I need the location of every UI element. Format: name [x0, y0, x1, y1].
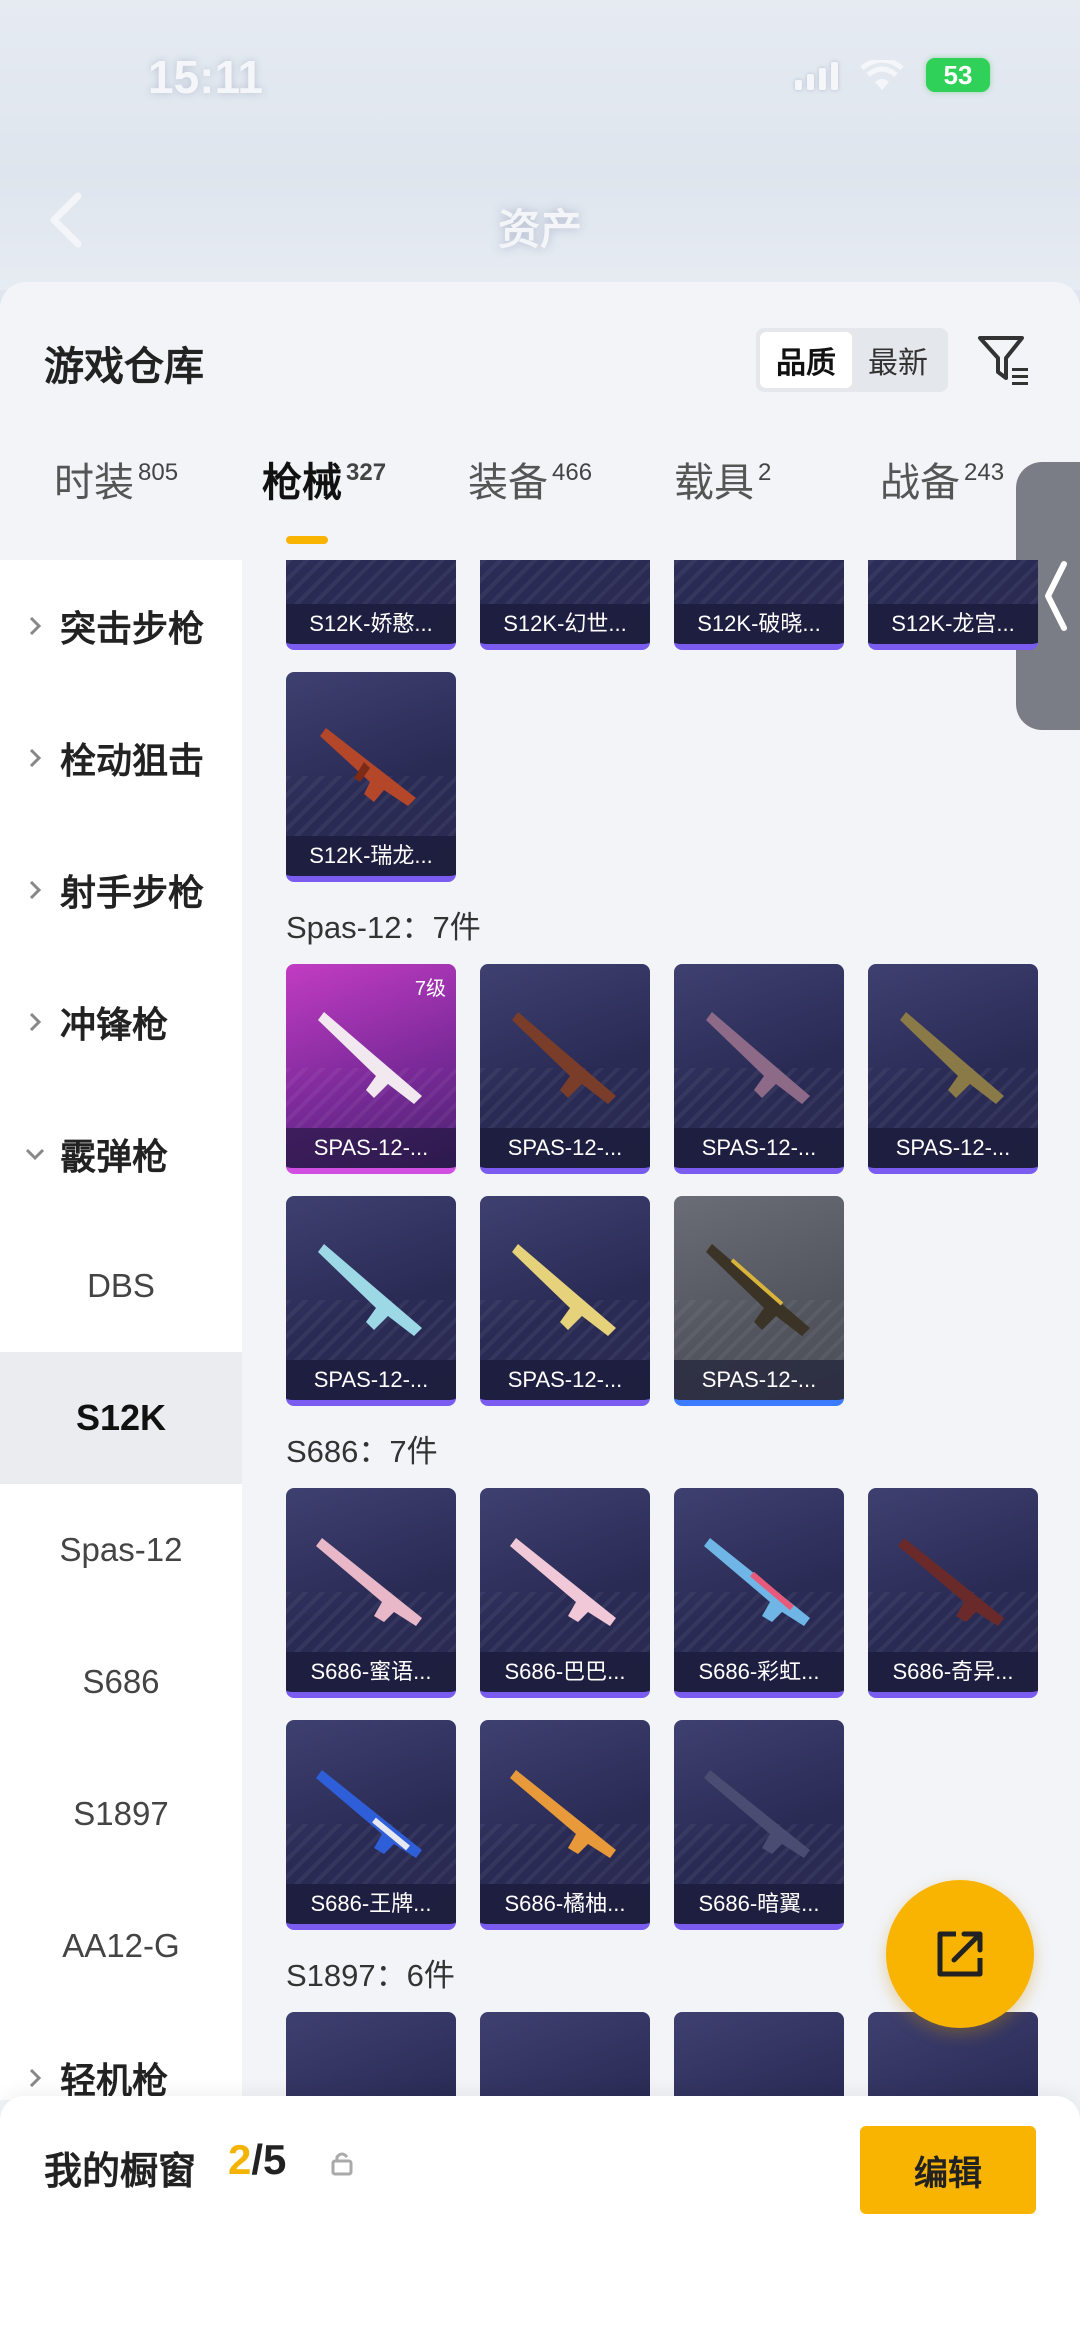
sort-toggle: 品质 最新 — [756, 328, 948, 392]
shotgun-icon — [316, 1770, 422, 1858]
item-card[interactable]: S686-彩虹... — [674, 1488, 844, 1698]
item-grid: S12K-娇憨... S12K-幻世... S12K-破晓... S12K-龙宫… — [242, 560, 1080, 2100]
wifi-icon — [860, 57, 904, 90]
shotgun-icon — [316, 1538, 422, 1626]
rifle-icon — [320, 728, 416, 806]
showcase-bar: 我的橱窗 2/5 编辑 — [0, 2096, 1080, 2341]
sidebar-sub-aa12g[interactable]: AA12-G — [0, 1880, 242, 2012]
item-card[interactable]: S686-巴巴... — [480, 1488, 650, 1698]
item-card[interactable]: S686-暗翼... — [674, 1720, 844, 1930]
sort-quality-button[interactable]: 品质 — [760, 332, 852, 388]
group-label-s686: S686：7件 — [286, 1434, 438, 1469]
share-icon — [937, 1931, 983, 1977]
sidebar-item-bolt-sniper[interactable]: 栓动狙击 — [0, 692, 242, 824]
item-card[interactable]: SPAS-12-... — [868, 964, 1038, 1174]
shotgun-icon — [704, 1770, 810, 1858]
sidebar-sub-s686[interactable]: S686 — [0, 1616, 242, 1748]
item-card[interactable]: S12K-龙宫... — [868, 560, 1038, 650]
sidebar-sub-s12k[interactable]: S12K — [0, 1352, 242, 1484]
chevron-right-icon — [29, 2068, 42, 2088]
shotgun-icon — [318, 1244, 422, 1336]
tab-firearms[interactable]: 枪械 327 — [262, 450, 386, 508]
shotgun-icon — [318, 1012, 422, 1104]
group-label-s1897: S1897：6件 — [286, 1958, 455, 1993]
chevron-right-icon — [29, 616, 42, 636]
tab-supplies[interactable]: 战备 243 — [880, 450, 1004, 508]
shotgun-icon — [706, 1244, 810, 1336]
panel-title: 游戏仓库 — [44, 345, 204, 389]
group-label-spas12: Spas-12：7件 — [286, 910, 481, 945]
shotgun-icon — [512, 1012, 616, 1104]
status-time: 15:11 — [148, 51, 264, 103]
sidebar-item-shotgun[interactable]: 霰弹枪 — [0, 1088, 242, 1220]
item-card[interactable]: S12K-瑞龙... — [286, 672, 456, 882]
shotgun-icon — [512, 1244, 616, 1336]
tab-vehicles[interactable]: 载具 2 — [674, 450, 771, 508]
edit-button[interactable]: 编辑 — [860, 2126, 1036, 2214]
item-card[interactable]: S686-蜜语... — [286, 1488, 456, 1698]
lock-icon — [331, 2152, 353, 2176]
showcase-label: 我的橱窗 — [44, 2151, 197, 2193]
tab-equipment[interactable]: 装备 466 — [468, 450, 592, 508]
top-bar: 15:11 53 资产 — [0, 0, 1080, 290]
item-card[interactable] — [286, 2012, 456, 2100]
item-card[interactable]: S686-奇异... — [868, 1488, 1038, 1698]
chevron-right-icon — [29, 748, 42, 768]
battery-icon: 53 — [926, 58, 990, 92]
item-card[interactable]: S12K-破晓... — [674, 560, 844, 650]
sidebar-sub-s1897[interactable]: S1897 — [0, 1748, 242, 1880]
sort-latest-button[interactable]: 最新 — [852, 332, 944, 388]
weapon-sidebar: 突击步枪 栓动狙击 射手步枪 冲锋枪 霰弹枪 DBS S12K Spas-12 … — [0, 560, 242, 2101]
shotgun-icon — [510, 1538, 616, 1626]
item-card[interactable]: 7级 SPAS-12-... — [286, 964, 456, 1174]
active-tab-indicator — [286, 536, 328, 544]
chevron-down-icon — [25, 1148, 45, 1161]
category-tabs: 时装 805 枪械 327 装备 466 载具 2 战备 243 — [0, 450, 1080, 530]
sidebar-item-marksman[interactable]: 射手步枪 — [0, 824, 242, 956]
item-card[interactable] — [480, 2012, 650, 2100]
sidebar-item-smg[interactable]: 冲锋枪 — [0, 956, 242, 1088]
signal-icon — [795, 60, 838, 90]
item-card[interactable] — [674, 2012, 844, 2100]
shotgun-icon — [704, 1538, 810, 1626]
tab-outfits[interactable]: 时装 805 — [54, 450, 178, 508]
sidebar-sub-dbs[interactable]: DBS — [0, 1220, 242, 1352]
page-title: 资产 — [497, 206, 582, 253]
showcase-count: 2/5 — [228, 2136, 287, 2183]
status-icons: 53 — [795, 57, 990, 92]
item-card[interactable]: S12K-娇憨... — [286, 560, 456, 650]
item-card[interactable]: SPAS-12-... — [480, 964, 650, 1174]
chevron-right-icon — [29, 1012, 42, 1032]
item-card[interactable]: S12K-幻世... — [480, 560, 650, 650]
shotgun-icon — [706, 1012, 810, 1104]
item-card[interactable]: SPAS-12-... — [674, 1196, 844, 1406]
item-card[interactable]: SPAS-12-... — [674, 964, 844, 1174]
shotgun-icon — [510, 1770, 616, 1858]
item-card[interactable]: S686-橘柚... — [480, 1720, 650, 1930]
share-button[interactable] — [886, 1880, 1034, 2028]
sidebar-item-assault-rifle[interactable]: 突击步枪 — [0, 560, 242, 692]
filter-icon[interactable] — [976, 332, 1032, 388]
chevron-right-icon — [29, 880, 42, 900]
shotgun-icon — [900, 1012, 1004, 1104]
item-card[interactable]: SPAS-12-... — [286, 1196, 456, 1406]
shotgun-icon — [898, 1538, 1004, 1626]
sidebar-sub-spas12[interactable]: Spas-12 — [0, 1484, 242, 1616]
item-card[interactable]: S686-王牌... — [286, 1720, 456, 1930]
item-card[interactable]: SPAS-12-... — [480, 1196, 650, 1406]
